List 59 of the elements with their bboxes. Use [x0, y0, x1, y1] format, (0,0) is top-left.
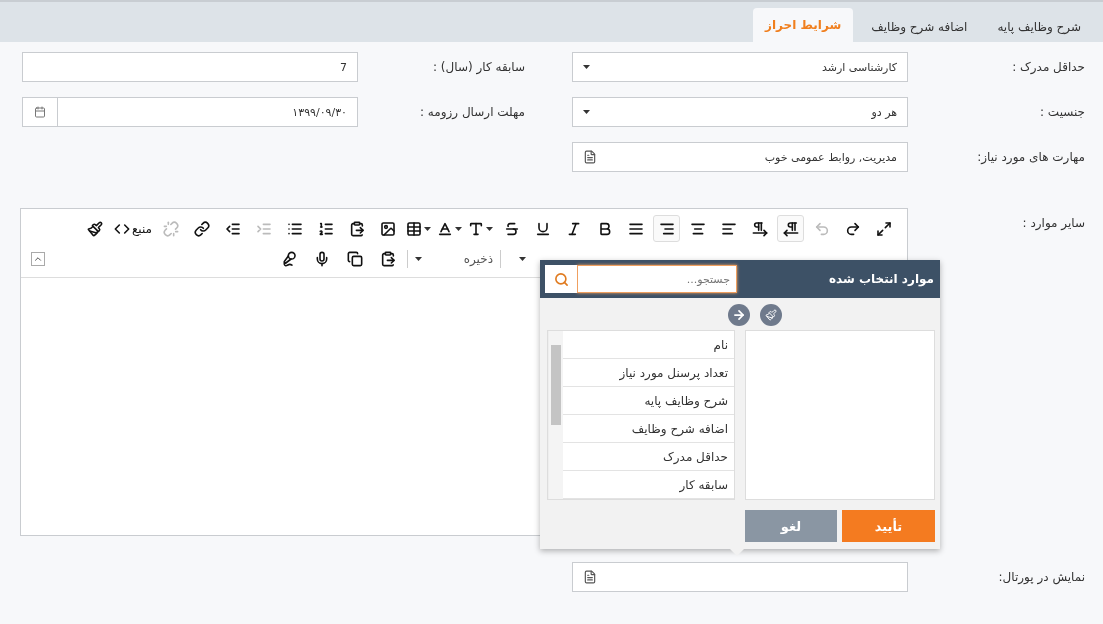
search-button[interactable]: [545, 265, 577, 293]
search-field[interactable]: جستجو...: [577, 265, 737, 293]
field-label: حداقل مدرک :: [1011, 60, 1085, 74]
caret-icon: [415, 257, 422, 261]
field-label: جنسیت :: [1039, 105, 1085, 119]
caret-icon: [424, 226, 431, 231]
picker-field[interactable]: مدیریت, روابط عمومی خوب: [572, 142, 908, 172]
microphone-icon: [280, 251, 297, 267]
redo-icon: [844, 220, 861, 237]
caret-icon: [519, 257, 526, 261]
input-field[interactable]: 7: [22, 52, 358, 82]
field-label: سایر موارد :: [1021, 216, 1085, 230]
picker-field[interactable]: [572, 562, 908, 592]
collapse-toolbar-button[interactable]: [31, 252, 45, 266]
link-icon: [193, 220, 210, 237]
caret-icon: [486, 226, 493, 231]
arrow-right-icon: [732, 308, 746, 322]
document-icon[interactable]: [583, 150, 597, 164]
font-color-icon: [437, 220, 453, 237]
field-label: سابقه کار (سال) :: [432, 60, 525, 74]
date-field[interactable]: ۱۳۹۹/۰۹/۳۰: [22, 97, 358, 127]
options-list[interactable]: نام تعداد پرسنل مورد نیاز شرح وظایف پایه اضافه شرح وظایف حداقل مدرک سابقه کار: [547, 330, 735, 500]
clipboard-icon: [348, 220, 365, 237]
tab[interactable]: شرح وظایف پایه: [985, 12, 1093, 42]
toolbar-button[interactable]: [777, 215, 804, 242]
caret-icon: [455, 226, 462, 231]
toolbar-button[interactable]: [653, 215, 680, 242]
scrollbar[interactable]: [548, 331, 563, 499]
brush-icon: [765, 309, 777, 321]
toolbar-button[interactable]: منبع: [112, 215, 153, 242]
unlink-icon: [162, 220, 179, 237]
undo-icon: [813, 220, 830, 237]
chevron-up-icon: [33, 254, 43, 264]
brush-icon: [87, 220, 104, 237]
search-icon: [553, 271, 569, 287]
font-icon: [468, 220, 484, 237]
field-label: مهارت های مورد نیاز:: [976, 150, 1085, 164]
caret-icon: [583, 65, 590, 69]
tab[interactable]: اضافه شرح وظایف: [859, 12, 980, 42]
image-icon: [379, 220, 396, 237]
select-field[interactable]: هر دو: [572, 97, 908, 127]
strikethrough-icon: [503, 220, 520, 237]
pilcrow-icon: [782, 220, 799, 237]
clipboard-icon: [379, 251, 396, 267]
calendar-icon[interactable]: [34, 106, 46, 118]
caret-icon: [583, 110, 590, 114]
document-icon[interactable]: [583, 570, 597, 584]
clear-button[interactable]: [760, 304, 782, 326]
field-label: نمایش در پورتال:: [997, 570, 1085, 584]
copy-icon: [346, 251, 363, 267]
select-field[interactable]: کارشناسی ارشد: [572, 52, 908, 82]
field-label: مهلت ارسال رزومه :: [419, 105, 525, 119]
pilcrow-icon: [751, 220, 768, 237]
maximize-icon: [875, 220, 892, 237]
underline-icon: [534, 220, 551, 237]
format-dropdown[interactable]: ذخیره: [414, 245, 494, 273]
move-button[interactable]: [728, 304, 750, 326]
table-icon: [406, 220, 422, 237]
numbered-list-icon: [317, 220, 334, 237]
